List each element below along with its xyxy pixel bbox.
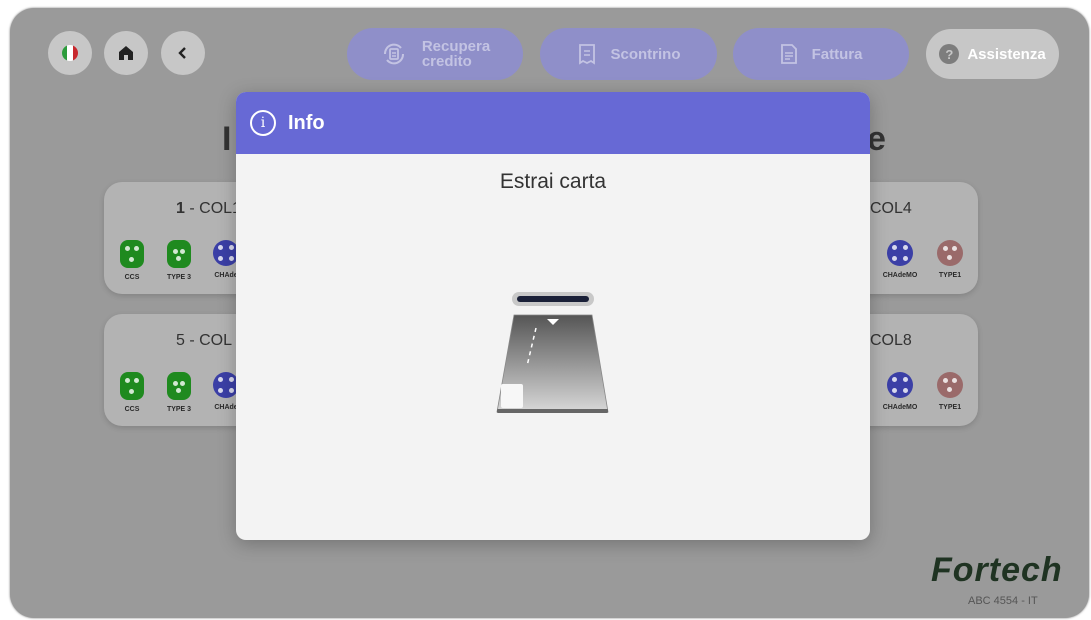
station-title: 1 - COL1 — [176, 200, 241, 217]
refresh-receipt-icon — [383, 43, 404, 65]
assistance-button[interactable]: ? Assistenza — [926, 29, 1059, 79]
connector-ccs[interactable]: CCS — [112, 372, 152, 413]
type1-plug-icon — [937, 240, 963, 266]
chademo-plug-icon — [887, 240, 913, 266]
connector-type1[interactable]: TYPE1 — [930, 240, 970, 279]
card-eject-icon — [496, 292, 609, 413]
invoice-button[interactable]: Fattura — [733, 28, 909, 80]
type3-plug-icon — [167, 240, 191, 268]
connector-type3[interactable]: TYPE 3 — [159, 372, 199, 413]
station-title: COL4 — [870, 200, 912, 217]
connector-type1[interactable]: TYPE1 — [930, 372, 970, 411]
dialog-title: Info — [288, 111, 325, 134]
help-icon: ? — [939, 44, 960, 64]
connector-chademo[interactable]: CHAdeMO — [880, 372, 920, 411]
receipt-icon — [578, 44, 595, 65]
info-icon: i — [250, 110, 276, 136]
station-title: COL8 — [870, 332, 912, 349]
type1-plug-icon — [937, 372, 963, 398]
dialog-message: Estrai carta — [499, 170, 607, 193]
fortech-logo: Fortech — [931, 551, 1063, 589]
invoice-label: Fattura — [811, 45, 863, 63]
chademo-plug-icon — [887, 372, 913, 398]
chevron-left-icon — [178, 47, 186, 59]
connector-type3[interactable]: TYPE 3 — [159, 240, 199, 281]
station-title: 5 - COL — [176, 332, 233, 349]
invoice-icon — [780, 44, 797, 64]
connector-ccs[interactable]: CCS — [112, 240, 152, 281]
info-dialog: i Info Estrai carta — [236, 92, 870, 540]
home-button[interactable] — [104, 31, 148, 75]
receipt-button[interactable]: Scontrino — [540, 28, 717, 80]
ccs-plug-icon — [120, 240, 144, 268]
assistance-label: Assistenza — [967, 45, 1046, 63]
page-title-fragment-left: I — [222, 120, 232, 158]
italy-flag-icon — [62, 45, 78, 61]
back-button[interactable] — [161, 31, 205, 75]
serial-number: ABC 4554 - IT — [968, 595, 1038, 607]
dialog-header: i Info — [236, 92, 870, 154]
receipt-label: Scontrino — [610, 45, 681, 63]
ccs-plug-icon — [120, 372, 144, 400]
type3-plug-icon — [167, 372, 191, 400]
recover-credit-button[interactable]: Recupera credito — [347, 28, 523, 80]
connector-chademo[interactable]: CHAdeMO — [880, 240, 920, 279]
recover-credit-label: Recupera credito — [421, 38, 491, 70]
home-icon — [119, 46, 133, 60]
language-button[interactable] — [48, 31, 92, 75]
